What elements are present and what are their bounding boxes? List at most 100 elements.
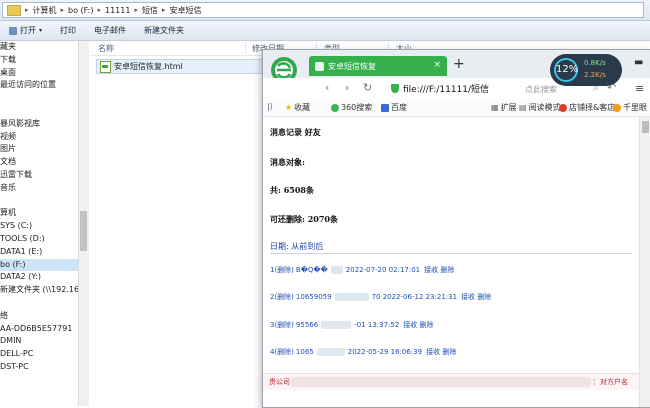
nav-item[interactable]: 算机 <box>0 207 78 220</box>
browser-window: 安卓短信恢复 × + ‹ › ↻ file:///F:/11111/短信 点此搜… <box>262 49 650 408</box>
nav-item[interactable]: 络 <box>0 310 78 323</box>
ad-banner[interactable]: 贵公司 ：对方户名 <box>263 373 639 390</box>
nav-item[interactable]: 迅雷下载 <box>0 169 78 182</box>
open-label: 打开 <box>20 26 36 35</box>
reading-mode-button[interactable]: ▤ 阅读模式 <box>519 102 561 113</box>
page-content: 消息记录 好友 消息对象: 共: 6508条 可还删除: 2070条 日期: 从… <box>263 117 639 407</box>
qianliyan-button[interactable]: 千里眼 <box>613 102 647 113</box>
explorer-address-bar: ▸ 计算机 ▸ bo (F:) ▸ 11111 ▸ 短信 ▸ 安卓短信 <box>0 0 650 21</box>
menu-icon[interactable]: ≡ <box>635 82 644 95</box>
email-label: 电子邮件 <box>94 26 127 35</box>
nav-item[interactable]: 桌面 <box>0 67 78 80</box>
html-file-icon <box>100 60 111 73</box>
network-speed-widget[interactable]: 12% 0.8K/s 2.2K/s <box>550 54 622 86</box>
open-button[interactable]: 打开 ▾ <box>0 25 51 36</box>
file-row-sms-html[interactable]: 安卓短信恢复.html <box>96 59 268 74</box>
shop-icon <box>559 103 567 112</box>
bookmark-baidu[interactable]: 百度 <box>381 102 407 113</box>
message-prefix[interactable]: 4(删除) <box>270 348 294 356</box>
open-icon <box>9 26 17 35</box>
back-icon[interactable]: ‹ <box>325 81 329 94</box>
nav-item[interactable]: TOOLS (D:) <box>0 233 78 246</box>
breadcrumb-computer[interactable]: 计算机 <box>30 5 60 16</box>
nav-item[interactable]: 文档 <box>0 156 78 169</box>
new-tab-button[interactable]: + <box>453 56 465 72</box>
breadcrumb-folder-11111[interactable]: 11111 <box>102 6 133 15</box>
message-sender: 1065 <box>295 348 314 356</box>
new-folder-button[interactable]: 新建文件夹 <box>135 25 193 36</box>
nav-item[interactable]: 藏夹 <box>0 41 78 54</box>
nav-scrollbar[interactable] <box>78 41 89 406</box>
star-icon: ★ <box>285 103 293 112</box>
message-prefix[interactable]: 3(删除) <box>270 321 294 329</box>
redacted-block <box>316 348 345 356</box>
nav-item[interactable]: 下载 <box>0 54 78 67</box>
nav-item[interactable]: 图片 <box>0 143 78 156</box>
nav-item <box>0 92 78 105</box>
column-divider[interactable] <box>245 42 246 54</box>
message-actions[interactable]: 接收 删除 <box>403 321 433 329</box>
print-button[interactable]: 打印 <box>51 25 85 36</box>
bookmark-label: 收藏 <box>294 103 311 112</box>
nav-item[interactable]: 视频 <box>0 131 78 144</box>
column-name[interactable]: 名称 <box>98 43 114 54</box>
nav-item[interactable]: SYS (C:) <box>0 220 78 233</box>
nav-item <box>0 297 78 310</box>
nav-item[interactable]: 新建文件夹 (\\192.168.0 <box>0 284 78 297</box>
window-control-icon[interactable]: ▬ <box>634 57 643 68</box>
bookmark-favorites[interactable]: ★ 收藏 <box>285 102 310 113</box>
page-scroll-thumb[interactable] <box>642 121 649 133</box>
nav-item[interactable]: DELL-PC <box>0 348 78 361</box>
nav-item <box>0 195 78 208</box>
message-time: -01 13:37:52 <box>354 321 400 329</box>
breadcrumb-folder-android-sms[interactable]: 安卓短信 <box>166 5 204 16</box>
bookmark-360-search[interactable]: 360搜索 <box>331 102 372 113</box>
nav-item[interactable]: 最近访问的位置 <box>0 79 78 92</box>
print-label: 打印 <box>60 26 77 35</box>
url-field[interactable]: file:///F:/11111/短信 <box>391 81 501 96</box>
nav-item[interactable]: 音乐 <box>0 182 78 195</box>
shop-button[interactable]: 店铺择&客店 <box>559 102 615 113</box>
baidu-icon <box>381 103 389 112</box>
tab-title: 安卓短信恢复 <box>328 61 376 71</box>
close-icon[interactable]: × <box>433 60 441 70</box>
message-actions[interactable]: 接收 删除 <box>461 293 491 301</box>
breadcrumb-drive[interactable]: bo (F:) <box>65 6 96 15</box>
message-prefix[interactable]: 2(删除) <box>270 293 294 301</box>
message-sender: 95566 <box>295 321 319 329</box>
address-box[interactable]: ▸ 计算机 ▸ bo (F:) ▸ 11111 ▸ 短信 ▸ 安卓短信 <box>2 2 644 18</box>
divider <box>270 253 632 254</box>
breadcrumb-folder-sms[interactable]: 短信 <box>139 5 161 16</box>
download-speed: 2.2K/s <box>584 71 606 79</box>
sidebar-toggle-icon[interactable]: |⟩ <box>267 102 273 111</box>
email-button[interactable]: 电子邮件 <box>85 25 135 36</box>
bookmark-label: 店铺择&客店 <box>569 103 616 112</box>
message-row[interactable]: 2(删除) 10659059 70 2022-06-12 23:21:31 接收 删除 <box>270 292 491 302</box>
nav-item[interactable]: AA-DD6B5E57791 <box>0 323 78 336</box>
folder-icon <box>7 4 21 16</box>
message-prefix[interactable]: 1(删除) <box>270 266 294 274</box>
message-actions[interactable]: 接收 删除 <box>426 348 456 356</box>
message-target-line: 消息对象: <box>270 157 305 167</box>
search-input[interactable]: 点此搜索 <box>525 84 557 95</box>
nav-item[interactable]: DATA2 (Y:) <box>0 271 78 284</box>
message-row[interactable]: 4(删除) 1065 2022-05-29 16:06:39 接收 删除 <box>270 347 456 357</box>
message-row[interactable]: 3(删除) 95566 -01 13:37:52 接收 删除 <box>270 320 434 330</box>
nav-item[interactable]: DMIN <box>0 335 78 348</box>
navigation-pane: 藏夹 下载 桌面 最近访问的位置 暴风影视库 视频 图片 文档 迅雷下载 音乐算机 SYS (C:)… <box>0 41 79 406</box>
nav-item[interactable]: DATA1 (E:) <box>0 246 78 259</box>
nav-item[interactable]: bo (F:) <box>0 258 78 272</box>
refresh-icon[interactable]: ↻ <box>363 81 372 94</box>
message-time: 2022-05-29 16:06:39 <box>347 348 423 356</box>
message-actions[interactable]: 接收 删除 <box>424 266 454 274</box>
extensions-button[interactable]: ▦ 扩展 <box>491 102 517 113</box>
nav-item[interactable]: 暴风影视库 <box>0 118 78 131</box>
nav-item[interactable]: DST-PC <box>0 361 78 374</box>
tab-sms-recovery[interactable]: 安卓短信恢复 × <box>309 56 447 76</box>
forward-icon[interactable]: › <box>345 81 349 94</box>
message-row[interactable]: 1(删除) B�Q�� 2022-07-20 02:17:01 接收 删除 <box>270 265 454 275</box>
page-scrollbar[interactable] <box>639 117 650 407</box>
nav-scroll-thumb[interactable] <box>80 211 87 251</box>
reading-icon: ▤ <box>519 103 527 112</box>
bookmark-label: 千里眼 <box>623 103 647 112</box>
